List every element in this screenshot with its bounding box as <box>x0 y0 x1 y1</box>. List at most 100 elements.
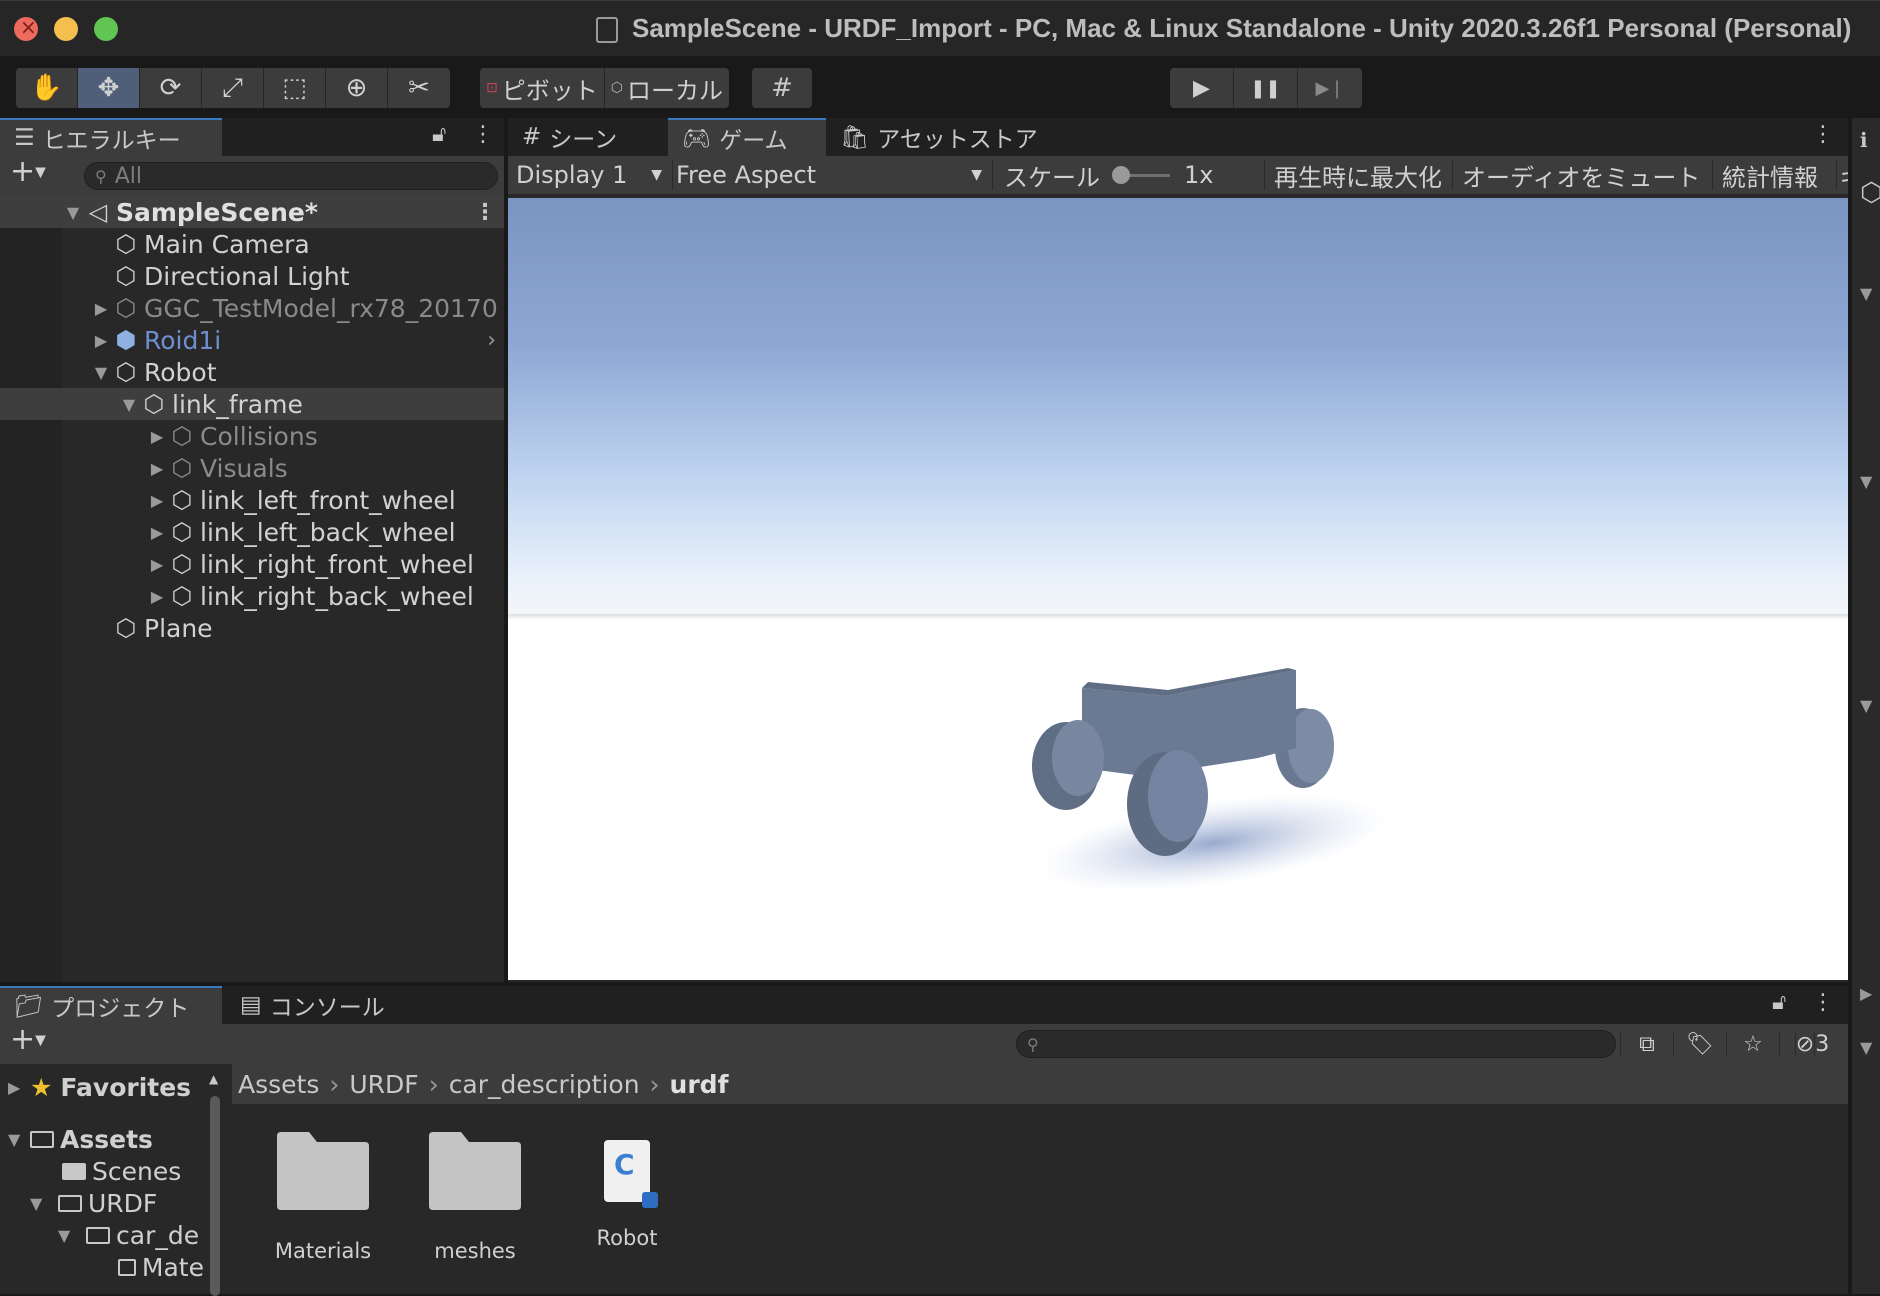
tree-item-link-left-back-wheel[interactable]: ▶ ⬡ link_left_back_wheel <box>0 516 504 548</box>
filter-by-type-icon[interactable]: ⧉ <box>1620 1031 1673 1057</box>
tree-item-link-right-front-wheel[interactable]: ▶ ⬡ link_right_front_wheel <box>0 548 504 580</box>
breadcrumb-assets[interactable]: Assets <box>238 1070 319 1099</box>
expanded-arrow-icon[interactable]: ▼ <box>1860 284 1872 303</box>
breadcrumb-urdf-current[interactable]: urdf <box>670 1070 729 1099</box>
gizmos-toggle[interactable]: ギ <box>1840 156 1848 194</box>
collapsed-arrow-icon[interactable]: ▶ <box>90 331 112 350</box>
tree-item-main-camera[interactable]: ⬡ Main Camera <box>0 228 504 260</box>
asset-robot-script[interactable]: C Robot <box>562 1130 692 1250</box>
tree-item-link-left-front-wheel[interactable]: ▶ ⬡ link_left_front_wheel <box>0 484 504 516</box>
tree-item-link-right-back-wheel[interactable]: ▶ ⬡ link_right_back_wheel <box>0 580 504 612</box>
collapsed-arrow-icon[interactable]: ▶ <box>8 1078 30 1097</box>
transform-tool-button[interactable]: ⊕ <box>326 68 388 108</box>
expanded-arrow-icon[interactable]: ▼ <box>58 1226 86 1245</box>
scale-slider[interactable] <box>1110 156 1174 194</box>
folder-row-materials[interactable]: Mate <box>118 1252 204 1282</box>
collapsed-arrow-icon[interactable]: ▶ <box>146 523 168 542</box>
expanded-arrow-icon[interactable]: ▼ <box>1860 696 1872 715</box>
breadcrumb-urdf[interactable]: URDF <box>349 1070 418 1099</box>
expanded-arrow-icon[interactable]: ▼ <box>8 1130 30 1149</box>
gameobject-icon: ⬡ <box>1860 178 1880 208</box>
tree-item-directional-light[interactable]: ⬡ Directional Light <box>0 260 504 292</box>
step-button[interactable]: ▶❘ <box>1298 68 1362 108</box>
collapsed-arrow-icon[interactable]: ▶ <box>146 491 168 510</box>
tree-item-plane[interactable]: ⬡ Plane <box>0 612 504 644</box>
collapsed-arrow-icon[interactable]: ▶ <box>146 459 168 478</box>
close-window-button[interactable] <box>14 15 38 41</box>
view-menu-icon[interactable]: ⋮ <box>1812 122 1834 147</box>
play-button[interactable]: ▶ <box>1170 68 1234 108</box>
scroll-thumb[interactable] <box>210 1096 220 1296</box>
tab-asset-store[interactable]: 🛍︎ アセットストア <box>826 118 1066 156</box>
lock-icon[interactable]: 🔓︎ <box>1772 990 1786 1015</box>
expanded-arrow-icon[interactable]: ▼ <box>1860 1038 1872 1057</box>
expanded-arrow-icon[interactable]: ▼ <box>118 395 140 414</box>
hierarchy-search-input[interactable]: ⚲ All <box>84 162 498 190</box>
scale-tool-button[interactable]: ⤢ <box>202 68 264 108</box>
move-tool-button[interactable]: ✥ <box>78 68 140 108</box>
lock-icon[interactable]: 🔓︎ <box>432 122 446 147</box>
favorite-star-icon[interactable]: ☆ <box>1726 1031 1779 1057</box>
favorites-row[interactable]: ▶ ★ Favorites <box>8 1072 191 1102</box>
scene-menu-icon[interactable]: ⋮ <box>474 200 496 225</box>
filter-by-label-icon[interactable]: 🏷︎ <box>1673 1031 1726 1057</box>
collapsed-arrow-icon[interactable]: ▶ <box>1860 984 1872 1003</box>
scene-row[interactable]: ▼ ◁ SampleScene* ⋮ <box>0 196 504 228</box>
mute-audio-toggle[interactable]: オーディオをミュート <box>1462 156 1700 194</box>
tree-item-visuals[interactable]: ▶ ⬡ Visuals <box>0 452 504 484</box>
tab-scene[interactable]: # シーン <box>508 118 668 156</box>
info-icon[interactable]: ℹ <box>1860 128 1868 152</box>
open-prefab-arrow-icon[interactable]: › <box>487 328 496 353</box>
collapsed-arrow-icon[interactable]: ▶ <box>146 555 168 574</box>
tree-item-link-frame[interactable]: ▼ ⬡ link_frame <box>0 388 504 420</box>
pause-button[interactable]: ❚❚ <box>1234 68 1298 108</box>
asset-materials-folder[interactable]: Materials <box>258 1130 388 1263</box>
tab-console[interactable]: ▤ コンソール <box>226 986 426 1024</box>
scene-grid-icon: # <box>522 124 542 150</box>
tree-item-roid1i[interactable]: ▶ ⬢ Roid1i › <box>0 324 504 356</box>
rotate-tool-button[interactable]: ⟳ <box>140 68 202 108</box>
custom-tool-button[interactable]: ✂ <box>388 68 450 108</box>
scroll-up-icon[interactable]: ▲ <box>209 1072 218 1086</box>
create-add-button[interactable]: +▼ <box>10 154 46 189</box>
tree-item-collisions[interactable]: ▶ ⬡ Collisions <box>0 420 504 452</box>
tree-item-ggc-testmodel[interactable]: ▶ ⬡ GGC_TestModel_rx78_20170 <box>0 292 504 324</box>
breadcrumb-car-description[interactable]: car_description <box>449 1070 640 1099</box>
grid-snap-button[interactable]: # <box>752 68 812 108</box>
expanded-arrow-icon[interactable]: ▼ <box>90 363 112 382</box>
collapsed-arrow-icon[interactable]: ▶ <box>90 299 112 318</box>
collapsed-arrow-icon[interactable]: ▶ <box>146 427 168 446</box>
expanded-arrow-icon[interactable]: ▼ <box>30 1194 58 1213</box>
tree-item-robot[interactable]: ▼ ⬡ Robot <box>0 356 504 388</box>
maximize-on-play-toggle[interactable]: 再生時に最大化 <box>1274 156 1442 194</box>
aspect-dropdown[interactable]: Free Aspect ▼ <box>676 156 986 194</box>
folder-row-assets[interactable]: ▼ Assets <box>8 1124 153 1154</box>
tab-game[interactable]: 🎮︎ ゲーム <box>668 118 826 156</box>
folder-row-car-description[interactable]: ▼ car_de <box>58 1220 204 1250</box>
local-toggle[interactable]: ⬡ ローカル <box>605 68 729 108</box>
list-icon: ☰ <box>14 125 35 151</box>
asset-meshes-folder[interactable]: meshes <box>410 1130 540 1263</box>
minimize-window-button[interactable] <box>54 17 78 41</box>
create-asset-button[interactable]: +▼ <box>10 1022 46 1057</box>
hand-tool-button[interactable]: ✋ <box>16 68 78 108</box>
rect-tool-button[interactable]: ⬚ <box>264 68 326 108</box>
collapsed-arrow-icon[interactable]: ▶ <box>146 587 168 606</box>
folder-row-urdf[interactable]: ▼ URDF <box>30 1188 157 1218</box>
hierarchy-menu-icon[interactable]: ⋮ <box>472 122 494 147</box>
hidden-packages-toggle[interactable]: ⊘3 <box>1779 1031 1844 1057</box>
stats-toggle[interactable]: 統計情報 <box>1722 156 1818 194</box>
expanded-arrow-icon[interactable]: ▼ <box>1860 472 1872 491</box>
display-dropdown[interactable]: Display 1 ▼ <box>516 156 668 194</box>
pivot-toggle[interactable]: ⊡ ピボット <box>480 68 605 108</box>
gameobject-icon: ⬡ <box>171 582 193 610</box>
project-menu-icon[interactable]: ⋮ <box>1812 990 1834 1015</box>
folder-row-scenes[interactable]: Scenes <box>62 1156 181 1186</box>
zoom-window-button[interactable] <box>94 17 118 41</box>
folder-tree-scrollbar[interactable]: ▲ <box>206 1068 224 1296</box>
project-search-input[interactable]: ⚲ <box>1016 1030 1616 1058</box>
game-viewport[interactable] <box>508 198 1848 980</box>
tab-project[interactable]: 📁︎ プロジェクト <box>0 986 222 1024</box>
slider-thumb[interactable] <box>1112 166 1130 184</box>
tab-hierarchy[interactable]: ☰ ヒエラルキー <box>0 118 222 156</box>
